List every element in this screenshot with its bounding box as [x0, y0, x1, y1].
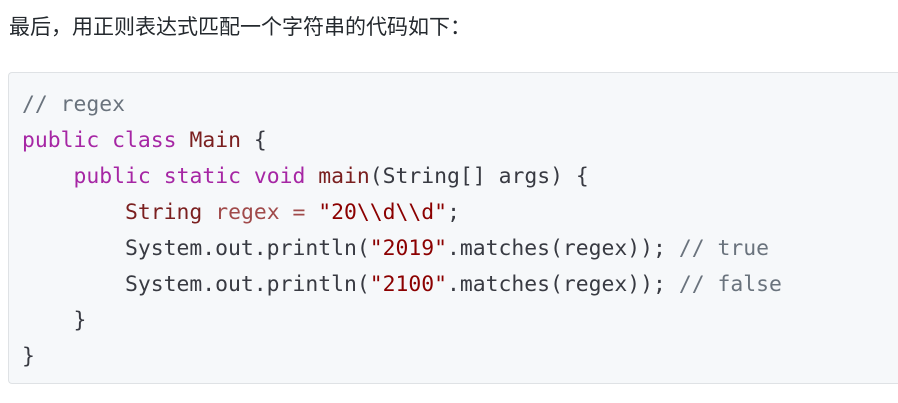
code-token-str: "2019" [369, 236, 447, 261]
code-token-var: regex [215, 200, 280, 225]
code-token-plain: { [240, 128, 267, 153]
code-line: // regex [22, 87, 782, 123]
code-token-fn: main [318, 164, 370, 189]
code-token-plain: System.out.println( [22, 272, 370, 297]
code-line: } [22, 339, 782, 375]
code-token-ty: Main [189, 128, 241, 153]
code-token-ty: String [125, 200, 203, 225]
code-token-plain: } [22, 308, 87, 333]
code-token-kw: static [163, 164, 241, 189]
code-token-plain: System.out.println( [22, 236, 370, 261]
code-token-cm: // false [678, 272, 782, 297]
code-token-kw: void [253, 164, 306, 189]
code-token-plain: .matches(regex)); [447, 272, 679, 297]
code-line: System.out.println("2100".matches(regex)… [22, 267, 782, 303]
code-token-str: "20\\d\\d" [318, 200, 448, 225]
code-token-plain: (String[] args) { [369, 164, 589, 189]
code-block: // regex public class Main { public stati… [8, 72, 898, 384]
code-line: } [22, 303, 782, 339]
code-token-var: = [292, 200, 306, 225]
code-token-plain: ; [447, 200, 460, 225]
code-token-cm: // regex [22, 92, 126, 117]
code-token-plain: } [22, 344, 35, 369]
code-line: public static void main(String[] args) { [22, 159, 782, 195]
code-token-kw: class [112, 128, 177, 153]
code-line: System.out.println("2019".matches(regex)… [22, 231, 782, 267]
code-token-kw: public [22, 128, 100, 153]
code-line: String regex = "20\\d\\d"; [22, 195, 782, 231]
intro-paragraph: 最后，用正则表达式匹配一个字符串的代码如下： [9, 15, 471, 39]
code-token-plain: .matches(regex)); [447, 236, 679, 261]
code-token-kw: public [73, 164, 151, 189]
code-content: // regex public class Main { public stati… [22, 87, 782, 375]
code-line: public class Main { [22, 123, 782, 159]
code-token-cm: // true [678, 236, 769, 261]
code-token-str: "2100" [369, 272, 447, 297]
